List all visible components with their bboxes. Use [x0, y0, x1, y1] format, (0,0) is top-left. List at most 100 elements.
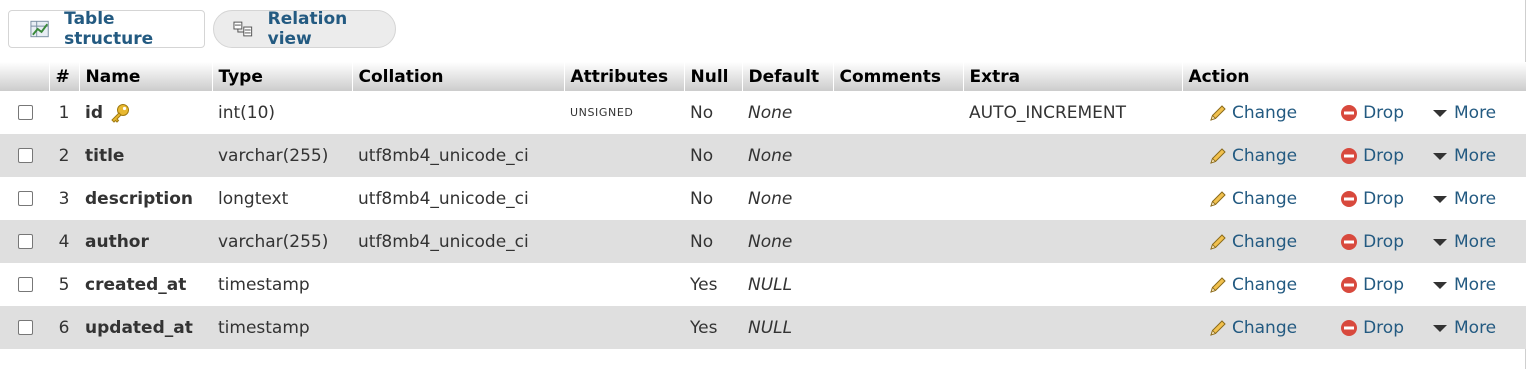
tab-table-structure[interactable]: Table structure: [8, 9, 205, 49]
column-actions: Change Drop More: [1182, 177, 1526, 220]
column-comments: [833, 220, 963, 263]
header-default[interactable]: Default: [741, 62, 833, 91]
change-link[interactable]: Change: [1208, 275, 1297, 295]
header-checkbox-col: [0, 62, 49, 91]
header-name[interactable]: Name: [78, 62, 212, 91]
drop-link[interactable]: Drop: [1339, 232, 1404, 252]
drop-icon: [1341, 104, 1358, 121]
column-type: varchar(255): [218, 231, 329, 252]
more-dropdown[interactable]: More: [1430, 318, 1496, 338]
tab-relation-view[interactable]: Relation view: [213, 9, 396, 49]
drop-label: Drop: [1363, 188, 1404, 209]
header-collation[interactable]: Collation: [351, 62, 564, 91]
change-link[interactable]: Change: [1208, 232, 1297, 252]
column-name: created_at: [85, 274, 187, 295]
column-extra: [963, 220, 1182, 263]
change-link[interactable]: Change: [1208, 318, 1297, 338]
more-dropdown[interactable]: More: [1430, 232, 1496, 252]
column-type: int(10): [218, 102, 276, 123]
column-type: longtext: [218, 188, 289, 209]
column-default: None: [748, 102, 793, 123]
column-attributes: [564, 220, 684, 263]
drop-link[interactable]: Drop: [1339, 275, 1404, 295]
column-null: No: [690, 145, 714, 166]
column-actions: Change Drop More: [1182, 306, 1526, 349]
drop-label: Drop: [1363, 102, 1404, 123]
column-type: timestamp: [218, 274, 310, 295]
column-attributes: UNSIGNED: [570, 106, 634, 119]
tab-table-structure-label: Table structure: [64, 9, 154, 49]
column-null: No: [690, 231, 714, 252]
more-label: More: [1454, 274, 1497, 295]
drop-label: Drop: [1363, 317, 1404, 338]
more-dropdown[interactable]: More: [1430, 189, 1496, 209]
header-number[interactable]: #: [48, 62, 79, 91]
table-row: 1 id int(10) UNSIGNED No None AUTO_INCREMENT Ch…: [0, 91, 1526, 134]
row-checkbox[interactable]: [18, 320, 33, 335]
column-attributes: [564, 263, 684, 306]
header-comments[interactable]: Comments: [832, 62, 963, 91]
more-dropdown[interactable]: More: [1430, 146, 1496, 166]
drop-link[interactable]: Drop: [1339, 318, 1404, 338]
row-number: 3: [58, 188, 70, 209]
row-checkbox[interactable]: [18, 191, 33, 206]
header-extra[interactable]: Extra: [962, 62, 1182, 91]
change-label: Change: [1232, 274, 1298, 295]
row-checkbox[interactable]: [18, 277, 33, 292]
row-select-cell: [0, 177, 49, 220]
column-actions: Change Drop More: [1182, 91, 1526, 134]
column-null: No: [690, 188, 714, 209]
header-attributes[interactable]: Attributes: [563, 62, 684, 91]
drop-link[interactable]: Drop: [1339, 103, 1404, 123]
column-collation: utf8mb4_unicode_ci: [358, 145, 529, 166]
change-label: Change: [1232, 188, 1298, 209]
column-default: NULL: [748, 317, 793, 338]
table-row: 3 description longtext utf8mb4_unicode_ci No…: [0, 177, 1526, 220]
drop-link[interactable]: Drop: [1339, 189, 1404, 209]
column-extra: [963, 134, 1182, 177]
change-link[interactable]: Change: [1208, 103, 1297, 123]
more-dropdown[interactable]: More: [1430, 275, 1496, 295]
change-link[interactable]: Change: [1208, 189, 1297, 209]
column-collation: [352, 91, 564, 134]
header-null[interactable]: Null: [683, 62, 742, 91]
more-label: More: [1454, 317, 1497, 338]
structure-table: # Name Type Collation Attributes Null De…: [0, 62, 1526, 349]
column-name-cell: updated_at: [79, 306, 212, 349]
column-name: author: [85, 231, 149, 252]
column-name-cell: author: [79, 220, 212, 263]
more-label: More: [1454, 188, 1497, 209]
header-type[interactable]: Type: [211, 62, 352, 91]
row-checkbox[interactable]: [18, 148, 33, 163]
table-row: 2 title varchar(255) utf8mb4_unicode_ci No No…: [0, 134, 1526, 177]
caret-down-icon: [1433, 152, 1447, 160]
row-number: 4: [58, 231, 70, 252]
column-comments: [833, 306, 963, 349]
more-dropdown[interactable]: More: [1430, 103, 1496, 123]
column-default: None: [748, 145, 793, 166]
caret-down-icon: [1433, 238, 1447, 246]
pencil-icon: [1210, 233, 1226, 250]
column-null: No: [690, 102, 714, 123]
change-link[interactable]: Change: [1208, 146, 1297, 166]
table-row: 5 created_at timestamp Yes NULL Change Drop Mor…: [0, 263, 1526, 306]
row-checkbox[interactable]: [18, 234, 33, 249]
column-actions: Change Drop More: [1182, 134, 1526, 177]
row-select-cell: [0, 220, 49, 263]
change-label: Change: [1232, 102, 1298, 123]
row-select-cell: [0, 91, 49, 134]
drop-link[interactable]: Drop: [1339, 146, 1404, 166]
row-checkbox[interactable]: [18, 105, 33, 120]
row-select-cell: [0, 306, 49, 349]
change-label: Change: [1232, 145, 1298, 166]
primary-key-icon: [111, 103, 129, 123]
table-structure-icon: [30, 20, 49, 38]
change-label: Change: [1232, 231, 1298, 252]
column-name: updated_at: [85, 317, 193, 338]
column-comments: [833, 263, 963, 306]
column-default: None: [748, 188, 793, 209]
header-action: Action: [1181, 62, 1526, 91]
relation-view-icon: [233, 21, 253, 37]
pencil-icon: [1210, 319, 1226, 336]
column-collation: [352, 263, 564, 306]
